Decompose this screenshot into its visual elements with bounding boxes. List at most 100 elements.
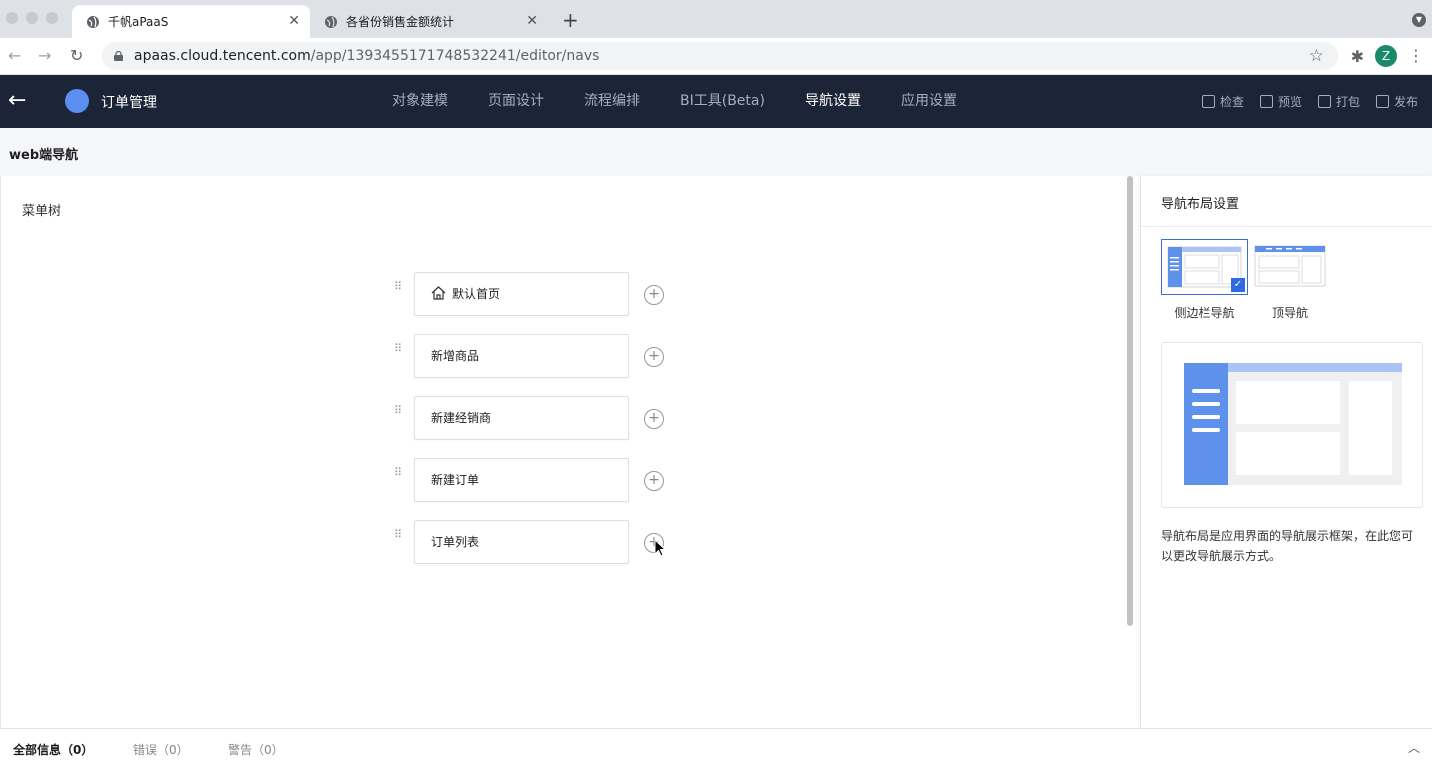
drag-handle-icon[interactable]: ⠿: [394, 405, 404, 426]
bookmark-star-icon[interactable]: ☆: [1309, 46, 1324, 66]
browser-menu-icon[interactable]: ⋮: [1408, 46, 1424, 65]
menu-item-label: 订单列表: [431, 535, 480, 549]
header-actions: 检查 预览 打包 发布: [1201, 93, 1418, 110]
browser-tab-bar: 千帆aPaaS ✕ 各省份销售金额统计 ✕ + ▼: [0, 0, 1432, 38]
top-nav: 对象建模 页面设计 流程编排 BI工具(Beta) 导航设置 应用设置: [372, 75, 977, 128]
lock-icon: [114, 51, 123, 61]
tab-all-messages[interactable]: 全部信息（0）: [13, 741, 93, 758]
new-tab-button[interactable]: +: [562, 8, 579, 32]
nav-navigation-settings[interactable]: 导航设置: [785, 75, 881, 128]
menu-item-label: 新建订单: [431, 473, 480, 487]
app-header: ← 订单管理 对象建模 页面设计 流程编排 BI工具(Beta) 导航设置 应用…: [0, 75, 1432, 128]
reload-icon[interactable]: ↻: [70, 46, 83, 65]
app-logo-icon: [65, 89, 89, 113]
sidebar-nav-option[interactable]: ✓ 侧边栏导航: [1161, 239, 1248, 321]
nav-flow-orchestration[interactable]: 流程编排: [564, 75, 660, 128]
menu-item: ⠿ 新增商品 +: [394, 334, 674, 378]
chevron-up-icon[interactable]: ︿: [1408, 739, 1420, 756]
divider: [1141, 226, 1432, 227]
tab-search-icon[interactable]: ▼: [1412, 13, 1426, 27]
drag-handle-icon[interactable]: ⠿: [394, 467, 404, 488]
layout-settings-panel: 导航布局设置 ✓ 侧边栏导航 顶导航 导航布局是应用界面的导航展示框架，在此您可…: [1140, 176, 1432, 728]
nav-object-modeling[interactable]: 对象建模: [372, 75, 468, 128]
back-arrow-icon[interactable]: ←: [8, 46, 21, 65]
menu-item-card[interactable]: 新增商品: [414, 334, 629, 378]
browser-tab[interactable]: 各省份销售金额统计 ✕: [310, 5, 548, 38]
menu-item-card[interactable]: 新建经销商: [414, 396, 629, 440]
tab-close-icon[interactable]: ✕: [526, 13, 538, 29]
window-zoom-dot[interactable]: [46, 12, 58, 24]
tab-errors[interactable]: 错误（0）: [133, 741, 189, 758]
layout-description: 导航布局是应用界面的导航展示框架，在此您可以更改导航展示方式。: [1161, 529, 1414, 563]
nav-bi-tools[interactable]: BI工具(Beta): [660, 75, 785, 128]
check-label: 检查: [1219, 95, 1244, 109]
window-close-dot[interactable]: [6, 12, 18, 24]
package-icon: [1317, 95, 1331, 108]
preview-label: 预览: [1277, 95, 1302, 109]
page-title: web端导航: [9, 148, 79, 163]
url-host: apaas.cloud.tencent.com: [134, 48, 311, 64]
profile-avatar[interactable]: Z: [1375, 45, 1397, 67]
top-nav-layout-icon: [1254, 245, 1326, 287]
sidebar-nav-thumbnail: ✓: [1161, 239, 1248, 295]
home-icon: [431, 286, 446, 300]
publish-button[interactable]: 发布: [1375, 93, 1418, 110]
tab-title: 各省份销售金额统计: [346, 15, 455, 29]
menu-tree-label: 菜单树: [22, 204, 62, 219]
menu-item-label: 新增商品: [431, 349, 480, 363]
extensions-puzzle-icon[interactable]: ✱: [1351, 47, 1364, 66]
message-bar: 全部信息（0） 错误（0） 警告（0） ︿: [0, 728, 1432, 765]
menu-item: ⠿ 订单列表 +: [394, 520, 674, 564]
panel-title: 导航布局设置: [1161, 197, 1240, 212]
layout-preview-illustration: [1184, 363, 1402, 485]
globe-icon: [87, 15, 99, 28]
menu-item-card[interactable]: 订单列表: [414, 520, 629, 564]
tab-warnings[interactable]: 警告（0）: [228, 741, 284, 758]
add-submenu-button[interactable]: +: [644, 409, 664, 429]
top-nav-label: 顶导航: [1271, 306, 1308, 320]
menu-item: ⠿ 新建经销商 +: [394, 396, 674, 440]
menu-item-label: 新建经销商: [431, 411, 492, 425]
nav-page-design[interactable]: 页面设计: [468, 75, 564, 128]
nav-app-settings[interactable]: 应用设置: [881, 75, 977, 128]
tab-title: 千帆aPaaS: [108, 15, 169, 29]
app-name: 订单管理: [101, 95, 157, 111]
menu-item: ⠿ 默认首页 +: [394, 272, 674, 316]
mouse-cursor-icon: [654, 539, 666, 557]
layout-preview: [1161, 342, 1423, 508]
url-input[interactable]: apaas.cloud.tencent.com/app/139345517174…: [102, 42, 1338, 70]
selected-check-icon: ✓: [1231, 278, 1245, 292]
menu-item: ⠿ 新建订单 +: [394, 458, 674, 502]
sidebar-nav-label: 侧边栏导航: [1174, 306, 1235, 320]
top-nav-option[interactable]: 顶导航: [1249, 239, 1331, 321]
window-minimize-dot[interactable]: [26, 12, 38, 24]
globe-icon: [325, 15, 337, 28]
menu-item-card[interactable]: 默认首页: [414, 272, 629, 316]
url-path: /app/1393455171748532241/editor/navs: [310, 48, 600, 64]
top-nav-thumbnail: [1249, 239, 1331, 295]
drag-handle-icon[interactable]: ⠿: [394, 343, 404, 364]
preview-icon: [1259, 95, 1273, 108]
preview-button[interactable]: 预览: [1259, 93, 1302, 110]
check-button[interactable]: 检查: [1201, 93, 1244, 110]
forward-arrow-icon[interactable]: →: [38, 46, 51, 65]
drag-handle-icon[interactable]: ⠿: [394, 281, 404, 302]
package-label: 打包: [1335, 95, 1360, 109]
drag-handle-icon[interactable]: ⠿: [394, 529, 404, 550]
menu-item-card[interactable]: 新建订单: [414, 458, 629, 502]
back-arrow-icon[interactable]: ←: [8, 88, 26, 113]
browser-tab-active[interactable]: 千帆aPaaS ✕: [72, 5, 310, 38]
package-button[interactable]: 打包: [1317, 93, 1360, 110]
canvas-scrollbar[interactable]: [1127, 176, 1133, 626]
address-bar: ← → ↻ apaas.cloud.tencent.com/app/139345…: [0, 38, 1432, 75]
menu-tree-canvas: 菜单树 ⠿ 默认首页 + ⠿ 新增商品 + ⠿ 新建经销商 + ⠿ 新建订单 +…: [0, 176, 1140, 728]
add-submenu-button[interactable]: +: [644, 347, 664, 367]
add-submenu-button[interactable]: +: [644, 285, 664, 305]
tab-close-icon[interactable]: ✕: [288, 13, 300, 29]
sub-header: web端导航: [0, 128, 1432, 176]
publish-label: 发布: [1393, 95, 1418, 109]
menu-item-label: 默认首页: [452, 287, 501, 301]
check-icon: [1201, 95, 1215, 108]
add-submenu-button[interactable]: +: [644, 471, 664, 491]
publish-icon: [1375, 95, 1389, 108]
